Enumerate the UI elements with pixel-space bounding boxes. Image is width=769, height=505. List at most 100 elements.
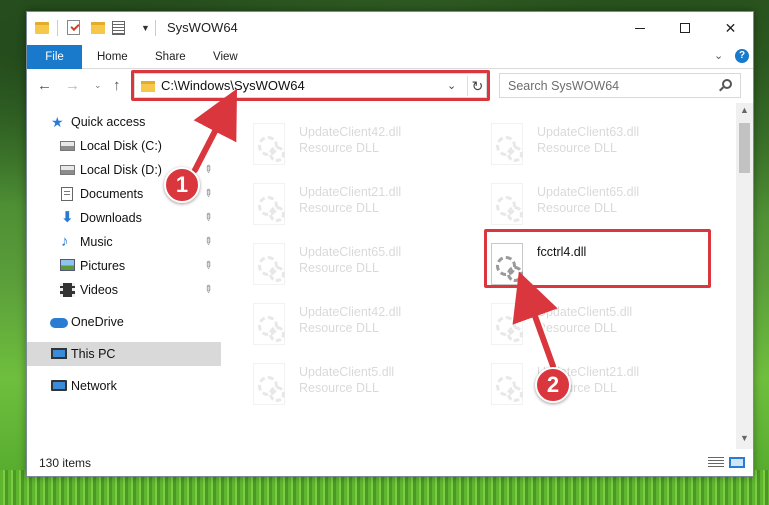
downloads-icon: ⬇ <box>61 209 74 226</box>
file-name: UpdateClient65.dll <box>537 185 640 199</box>
file-item[interactable]: UpdateClient21.dll Resource DLL <box>245 179 475 229</box>
file-item[interactable]: UpdateClient65.dll Resource DLL <box>245 239 475 289</box>
file-type: Resource DLL <box>299 381 379 395</box>
sidebar-item-music[interactable]: ♪ Music ✎ <box>27 230 221 254</box>
file-type: Resource DLL <box>299 261 379 275</box>
file-type: Resource DLL <box>537 321 617 335</box>
sidebar-item-this-pc[interactable]: This PC <box>27 342 221 366</box>
file-name: UpdateClient42.dll <box>299 305 402 319</box>
sidebar-item-local-disk-c[interactable]: Local Disk (C:) ✎ <box>27 134 221 158</box>
search-placeholder[interactable]: Search SysWOW64 <box>508 79 619 93</box>
pin-icon[interactable]: ✎ <box>196 159 219 182</box>
onedrive-icon <box>50 318 68 328</box>
sidebar-item-onedrive[interactable]: OneDrive <box>27 310 221 334</box>
scroll-up-icon[interactable]: ▲ <box>740 105 749 115</box>
navigation-bar: ← → ⌄ ↑ C:\Windows\SysWOW64 ⌄ ↻ Search S… <box>27 69 753 103</box>
file-item[interactable]: UpdateClient42.dll Resource DLL <box>245 299 475 349</box>
dll-file-icon <box>253 363 285 405</box>
file-item[interactable]: UpdateClient63.dll Resource DLL <box>483 119 713 169</box>
file-type: Resource DLL <box>537 141 617 155</box>
dll-file-icon <box>253 183 285 225</box>
file-name: UpdateClient65.dll <box>299 245 402 259</box>
tab-home[interactable]: Home <box>87 45 138 69</box>
sidebar-item-label: Quick access <box>71 115 146 129</box>
sidebar-item-label: Videos <box>80 283 118 297</box>
file-type: Resource DLL <box>537 201 617 215</box>
file-type: Resource DLL <box>299 141 379 155</box>
network-icon <box>51 380 67 391</box>
toolbar-divider <box>57 20 58 36</box>
sidebar-item-quick-access[interactable]: ★ Quick access <box>27 110 221 134</box>
window-title: SysWOW64 <box>167 20 238 35</box>
close-button[interactable]: ✕ <box>708 12 753 44</box>
pin-icon[interactable]: ✎ <box>196 231 219 254</box>
sidebar-item-label: Local Disk (D:) <box>80 163 162 177</box>
tab-view[interactable]: View <box>203 45 248 69</box>
item-count: 130 items <box>39 456 92 470</box>
new-folder-icon[interactable] <box>91 22 105 34</box>
file-item[interactable]: UpdateClient5.dll Resource DLL <box>245 359 475 409</box>
sidebar-item-videos[interactable]: Videos ✎ <box>27 278 221 302</box>
sidebar-item-label: Network <box>71 379 117 393</box>
file-item[interactable]: UpdateClient21.dll Resource DLL <box>483 359 713 409</box>
sidebar-item-downloads[interactable]: ⬇ Downloads ✎ <box>27 206 221 230</box>
sidebar-item-label: Downloads <box>80 211 142 225</box>
large-icons-view-icon[interactable] <box>729 457 745 468</box>
help-icon[interactable]: ? <box>735 49 749 63</box>
vertical-scrollbar[interactable]: ▲ ▼ <box>736 103 753 449</box>
address-highlight-box <box>131 70 490 101</box>
pin-icon[interactable]: ✎ <box>196 207 219 230</box>
scroll-down-icon[interactable]: ▼ <box>740 433 749 443</box>
properties-icon[interactable] <box>112 21 125 35</box>
sidebar-item-network[interactable]: Network <box>27 374 221 398</box>
properties-check-icon[interactable] <box>67 20 80 35</box>
minimize-button[interactable] <box>618 12 663 44</box>
pictures-icon <box>60 259 75 271</box>
minimize-icon <box>635 28 645 29</box>
tab-share[interactable]: Share <box>145 45 196 69</box>
file-type: Resource DLL <box>299 201 379 215</box>
up-arrow-icon[interactable]: ↑ <box>113 77 121 94</box>
sidebar-item-label: Music <box>80 235 113 249</box>
search-box[interactable]: Search SysWOW64 <box>499 73 741 98</box>
sidebar-item-label: Documents <box>80 187 144 201</box>
sidebar-item-pictures[interactable]: Pictures ✎ <box>27 254 221 278</box>
file-name: UpdateClient21.dll <box>299 185 402 199</box>
dll-file-icon <box>253 243 285 285</box>
navigation-pane: ★ Quick access Local Disk (C:) ✎ Local D… <box>27 103 221 449</box>
callout-2: 2 <box>535 367 571 403</box>
close-icon: ✕ <box>724 20 737 36</box>
pin-icon[interactable]: ✎ <box>196 279 219 302</box>
disk-icon <box>60 141 75 151</box>
sidebar-item-label: Pictures <box>80 259 126 273</box>
file-item[interactable]: UpdateClient5.dll Resource DLL <box>483 299 713 349</box>
expand-ribbon-icon[interactable]: ⌄ <box>714 49 723 62</box>
file-type: Resource DLL <box>299 321 379 335</box>
pin-icon[interactable]: ✎ <box>196 255 219 278</box>
search-icon[interactable] <box>722 79 732 89</box>
file-item[interactable]: UpdateClient65.dll Resource DLL <box>483 179 713 229</box>
file-name: UpdateClient5.dll <box>537 305 633 319</box>
sidebar-item-label: OneDrive <box>71 315 124 329</box>
forward-arrow-icon[interactable]: → <box>65 77 80 94</box>
maximize-button[interactable] <box>663 12 708 44</box>
scrollbar-thumb[interactable] <box>739 123 750 173</box>
file-highlight-box <box>484 229 711 288</box>
sidebar-item-label: Local Disk (C:) <box>80 139 162 153</box>
tab-file[interactable]: File <box>27 45 82 69</box>
details-view-icon[interactable] <box>708 457 724 468</box>
back-arrow-icon[interactable]: ← <box>37 77 52 94</box>
title-bar: ▼ SysWOW64 ✕ <box>27 12 753 45</box>
file-item[interactable]: UpdateClient42.dll Resource DLL <box>245 119 475 169</box>
sidebar-item-label: This PC <box>71 347 116 361</box>
callout-1: 1 <box>164 167 200 203</box>
dll-file-icon <box>253 123 285 165</box>
pin-icon[interactable]: ✎ <box>196 135 219 158</box>
disk-icon <box>60 165 75 175</box>
dll-file-icon <box>491 183 523 225</box>
documents-icon <box>61 187 73 201</box>
file-name: UpdateClient5.dll <box>299 365 395 379</box>
star-icon: ★ <box>51 114 64 130</box>
recent-locations-icon[interactable]: ⌄ <box>94 80 102 91</box>
customize-quick-access-icon[interactable]: ▼ <box>141 23 150 33</box>
